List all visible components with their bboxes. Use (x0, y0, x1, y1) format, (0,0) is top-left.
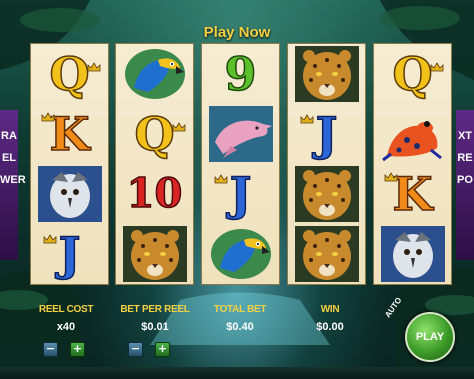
crown-icon (214, 174, 228, 184)
jaguar-icon (122, 226, 187, 282)
crown-icon (41, 112, 55, 122)
jaguar-icon (294, 46, 359, 102)
reel-symbol-harpy-eagle (374, 224, 451, 284)
reel-symbol-jaguar (288, 44, 365, 104)
reel-cost-label: REEL COST (38, 304, 94, 315)
reel-3: 9 J (201, 43, 280, 285)
auto-spin-button[interactable]: AUTO (383, 296, 403, 320)
reel-symbol-jaguar (288, 164, 365, 224)
reel-symbol-j: J (202, 164, 279, 224)
win-label: WIN (320, 304, 340, 315)
total-bet-value: $0.40 (226, 321, 254, 333)
reel-4: J (287, 43, 366, 285)
crown-icon (300, 114, 314, 124)
reel-symbol-poison-frog (374, 104, 451, 164)
harpy-eagle-icon (380, 226, 445, 282)
symbol-k-text: K (49, 107, 90, 161)
crown-icon (87, 62, 101, 72)
side-banner-left: RA EL WER (0, 110, 26, 260)
reel-symbol-macaw (116, 44, 193, 104)
bet-per-reel-value: $0.01 (141, 321, 169, 333)
side-banner-right: XT RE PO (456, 110, 474, 260)
symbol-q-text: Q (392, 47, 434, 101)
reel-symbol-q: Q (31, 44, 108, 104)
symbol-j-text: J (229, 167, 252, 221)
symbol-j-text: J (315, 107, 338, 161)
play-button[interactable]: PLAY (405, 312, 455, 362)
crown-icon (43, 234, 57, 244)
side-banner-right-line: PO (457, 174, 473, 186)
crown-icon (172, 122, 186, 132)
reel-symbol-q: Q (116, 104, 193, 164)
jaguar-icon (294, 226, 359, 282)
total-bet-label: TOTAL BET (213, 304, 267, 315)
macaw-icon (210, 229, 271, 279)
reel-symbol-jaguar (288, 224, 365, 284)
bottom-status-bar (0, 367, 474, 379)
symbol-j-text: J (58, 227, 81, 281)
crown-icon (430, 62, 444, 72)
play-now-title: Play Now (203, 24, 271, 41)
side-banner-left-line: WER (0, 174, 26, 186)
macaw-icon (124, 49, 185, 99)
symbol-q-text: Q (134, 107, 176, 161)
side-banner-left-line: RA (1, 130, 17, 142)
win-value: $0.00 (316, 321, 344, 333)
reel-symbol-q: Q (374, 44, 451, 104)
reel-1: Q K J (30, 43, 109, 285)
reel-symbol-j: J (288, 104, 365, 164)
harpy-eagle-icon (37, 166, 102, 222)
symbol-10-text: 10 (126, 169, 183, 218)
side-banner-right-line: RE (457, 152, 473, 164)
game-screen: RA EL WER XT RE PO Play Now Q K J Q 10 9… (0, 0, 474, 379)
reel-symbol-macaw (202, 224, 279, 284)
symbol-q-text: Q (49, 47, 91, 101)
symbol-k-text: K (392, 167, 433, 221)
reel-cost-plus-button[interactable]: + (70, 342, 85, 357)
reel-symbol-9: 9 (202, 44, 279, 104)
reel-2: Q 10 (115, 43, 194, 285)
poison-frog-icon (381, 121, 442, 162)
jaguar-icon (294, 166, 359, 222)
reel-symbol-k: K (31, 104, 108, 164)
bet-per-reel-minus-button[interactable]: − (128, 342, 143, 357)
bet-per-reel-plus-button[interactable]: + (155, 342, 170, 357)
reel-symbol-harpy-eagle (31, 164, 108, 224)
reel-cost-value: x40 (56, 321, 76, 333)
reel-symbol-river-dolphin (202, 104, 279, 164)
symbol-9-text: 9 (224, 47, 258, 101)
reel-cost-minus-button[interactable]: − (43, 342, 58, 357)
bet-per-reel-label: BET PER REEL (120, 304, 190, 315)
river-dolphin-icon (208, 106, 273, 162)
crown-icon (384, 172, 398, 182)
reel-symbol-j: J (31, 224, 108, 284)
play-button-label: PLAY (415, 331, 445, 343)
reel-5: Q K (373, 43, 452, 285)
side-banner-right-line: XT (457, 130, 473, 142)
reel-symbol-10: 10 (116, 164, 193, 224)
reel-symbol-k: K (374, 164, 451, 224)
side-banner-left-line: EL (1, 152, 17, 164)
reel-symbol-jaguar (116, 224, 193, 284)
